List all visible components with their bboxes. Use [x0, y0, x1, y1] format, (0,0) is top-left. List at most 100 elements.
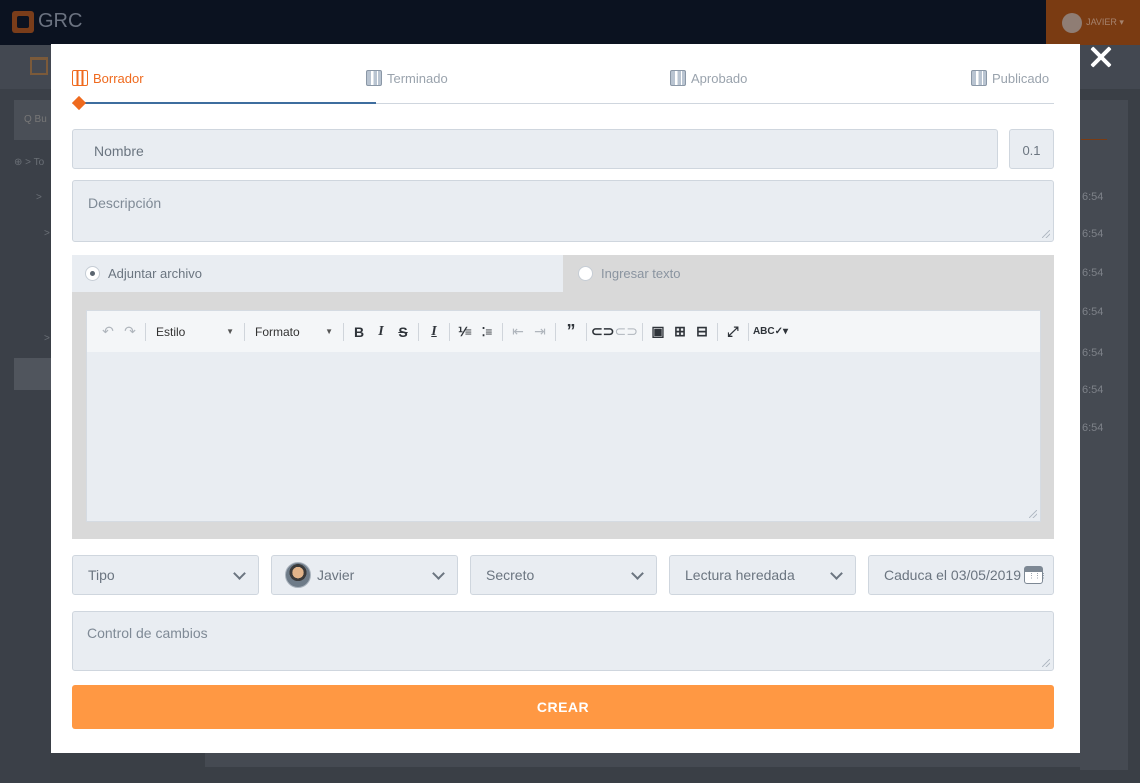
radio-unchecked-icon[interactable] — [578, 266, 593, 281]
type-select-value: Tipo — [88, 567, 115, 583]
document-status-icon — [670, 70, 686, 86]
resize-handle-icon[interactable] — [1029, 510, 1037, 518]
spellcheck-icon[interactable]: ABC✓▾ — [753, 320, 788, 344]
step-aprobado[interactable]: Aprobado — [670, 70, 747, 86]
create-button[interactable]: CREAR — [72, 685, 1054, 729]
unlink-icon[interactable]: ⊂⊃ — [614, 320, 637, 344]
background-tree-chevron: > — [44, 333, 50, 344]
document-status-icon — [72, 70, 88, 86]
user-menu[interactable]: JAVIER ▾ — [1046, 0, 1140, 45]
toolbar-separator — [502, 322, 503, 341]
outdent-icon[interactable]: ⇤ — [507, 320, 529, 344]
background-time: 6:54 — [1082, 267, 1104, 279]
description-textarea[interactable]: Descripción — [72, 180, 1054, 242]
step-progress-bar — [78, 102, 376, 104]
toolbar-separator — [244, 322, 245, 341]
background-search: Q Bu — [14, 100, 54, 140]
step-label: Aprobado — [691, 70, 748, 86]
toolbar-separator — [555, 322, 556, 341]
bold-icon[interactable]: B — [348, 320, 370, 344]
workflow-stepper: Borrador Terminado Aprobado Publicado — [71, 70, 1054, 111]
background-time: 6:54 — [1082, 347, 1104, 359]
create-document-modal: Borrador Terminado Aprobado Publicado No… — [51, 44, 1080, 753]
editor-toolbar: ↶ ↷ Estilo ▼ Formato ▼ B I S I ⅟≡ ⁚≡ ⇤ ⇥… — [87, 311, 1040, 352]
step-borrador[interactable]: Borrador — [72, 70, 144, 86]
change-control-textarea[interactable]: Control de cambios — [72, 611, 1054, 671]
background-time: 6:54 — [1082, 306, 1104, 318]
calendar-icon[interactable] — [1024, 566, 1046, 584]
step-publicado[interactable]: Publicado — [971, 70, 1049, 86]
format-dropdown[interactable]: Formato ▼ — [249, 320, 339, 344]
top-bar: GRC JAVIER ▾ — [0, 0, 1140, 45]
background-time: 6:54 — [1082, 228, 1104, 240]
confidentiality-select-value: Secreto — [486, 567, 535, 583]
type-select[interactable]: Tipo — [72, 555, 259, 595]
background-tree-chevron: > — [36, 192, 42, 203]
toolbar-separator — [343, 322, 344, 341]
style-dropdown-label: Estilo — [156, 324, 186, 339]
maximize-icon[interactable]: ⤢ — [722, 320, 744, 344]
numbered-list-icon[interactable]: ⅟≡ — [454, 320, 476, 344]
radio-enter-text[interactable]: Ingresar texto — [563, 255, 1054, 292]
rich-text-editor: ↶ ↷ Estilo ▼ Formato ▼ B I S I ⅟≡ ⁚≡ ⇤ ⇥… — [86, 310, 1041, 522]
strikethrough-icon[interactable]: S — [392, 320, 414, 344]
blockquote-icon[interactable]: ” — [560, 320, 582, 344]
read-access-select[interactable]: Lectura heredada — [669, 555, 856, 595]
background-time: 6:54 — [1082, 384, 1104, 396]
background-tree-chevron: > — [44, 228, 50, 239]
remove-format-icon[interactable]: I — [423, 320, 445, 344]
background-footer — [205, 753, 1125, 767]
brand-name: GRC — [38, 10, 83, 32]
owner-select-value: Javier — [317, 567, 355, 583]
toolbar-separator — [747, 322, 749, 341]
expiry-date-input[interactable]: Caduca el 03/05/2019 — [868, 555, 1054, 595]
step-label: Publicado — [992, 70, 1050, 86]
chevron-down-icon — [432, 567, 445, 580]
radio-text-label: Ingresar texto — [601, 266, 681, 281]
radio-checked-icon[interactable] — [85, 266, 100, 281]
step-terminado[interactable]: Terminado — [366, 70, 448, 86]
name-input[interactable]: Nombre — [72, 129, 998, 169]
background-time: 6:54 — [1082, 422, 1104, 434]
left-panel — [0, 89, 50, 783]
user-menu-label: JAVIER ▾ — [1086, 17, 1124, 27]
expiry-date-value: Caduca el 03/05/2019 — [884, 567, 1021, 583]
document-status-icon — [366, 70, 382, 86]
toolbar-separator — [449, 322, 450, 341]
chevron-down-icon — [233, 567, 246, 580]
app-logo[interactable]: GRC — [12, 10, 82, 33]
user-avatar-icon — [1062, 12, 1083, 33]
italic-icon[interactable]: I — [370, 320, 392, 344]
description-placeholder: Descripción — [88, 195, 162, 211]
toolbar-separator — [145, 322, 146, 341]
table-icon[interactable]: ⊟ — [691, 320, 713, 344]
resize-handle-icon[interactable] — [1042, 659, 1050, 667]
indent-icon[interactable]: ⇥ — [529, 320, 551, 344]
toolbar-separator — [641, 322, 643, 341]
read-access-select-value: Lectura heredada — [685, 567, 795, 583]
background-selected-row — [14, 358, 54, 390]
step-label: Terminado — [387, 70, 448, 86]
document-status-icon — [971, 70, 987, 86]
content-panel: Adjuntar archivo Ingresar texto ↶ ↷ Esti… — [72, 255, 1054, 539]
resize-handle-icon[interactable] — [1042, 230, 1050, 238]
radio-attach-file[interactable]: Adjuntar archivo — [72, 255, 563, 292]
redo-icon[interactable]: ↷ — [119, 320, 141, 344]
background-tab-underline — [1081, 139, 1107, 140]
close-modal-icon[interactable] — [1087, 43, 1115, 71]
chevron-down-icon — [631, 567, 644, 580]
home-icon[interactable] — [30, 57, 48, 75]
bulleted-list-icon[interactable]: ⁚≡ — [476, 320, 498, 344]
caret-down-icon: ▼ — [325, 327, 333, 336]
insert-file-icon[interactable]: ⊞ — [669, 320, 691, 344]
format-dropdown-label: Formato — [255, 324, 300, 339]
confidentiality-select[interactable]: Secreto — [470, 555, 657, 595]
link-icon[interactable]: ⊂⊃ — [591, 320, 614, 344]
background-time: 6:54 — [1082, 191, 1104, 203]
version-input[interactable]: 0.1 — [1009, 129, 1054, 169]
editor-content-area[interactable] — [87, 352, 1040, 521]
owner-select[interactable]: Javier — [271, 555, 458, 595]
style-dropdown[interactable]: Estilo ▼ — [150, 320, 240, 344]
image-icon[interactable]: ▣ — [647, 320, 669, 344]
undo-icon[interactable]: ↶ — [97, 320, 119, 344]
